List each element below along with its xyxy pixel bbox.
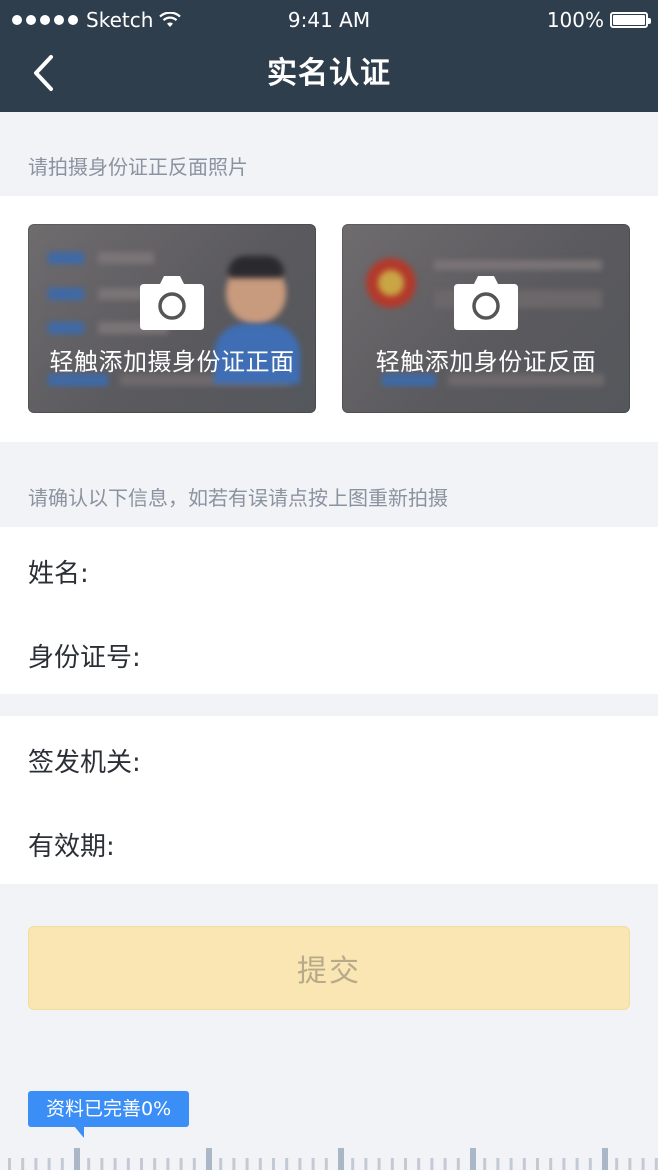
card-blur-mark	[98, 252, 154, 264]
status-bar: Sketch 9:41 AM 100%	[0, 0, 658, 40]
id-front-card[interactable]: 轻触添加摄身份证正面	[28, 224, 316, 413]
ruler-minor-tick	[298, 1158, 302, 1170]
ruler-minor-tick	[113, 1158, 117, 1170]
ruler-minor-tick	[417, 1158, 421, 1170]
card-blur-mark	[48, 322, 84, 334]
ruler-minor-tick	[60, 1158, 64, 1170]
ruler-minor-tick	[179, 1158, 183, 1170]
ruler-major-tick	[338, 1148, 344, 1170]
ruler-major-tick	[206, 1148, 212, 1170]
ruler-minor-tick	[192, 1158, 196, 1170]
ruler-minor-tick	[496, 1158, 500, 1170]
status-right: 100%	[546, 8, 651, 32]
ruler-minor-tick	[390, 1158, 394, 1170]
ruler-minor-tick	[100, 1158, 104, 1170]
id-back-card[interactable]: 轻触添加身份证反面	[342, 224, 630, 413]
ruler-minor-tick	[232, 1158, 236, 1170]
ruler-minor-tick	[509, 1158, 513, 1170]
front-card-label: 轻触添加摄身份证正面	[49, 348, 295, 376]
id-photo-panel: 轻触添加摄身份证正面 轻触添加身份证反面	[0, 196, 658, 442]
ruler-minor-tick	[615, 1158, 619, 1170]
ruler-minor-tick	[47, 1158, 51, 1170]
card-blur-mark	[48, 252, 84, 264]
ruler-minor-tick	[311, 1158, 315, 1170]
ruler-minor-tick	[404, 1158, 407, 1170]
confirm-hint: 请确认以下信息，如若有误请点按上图重新拍摄	[28, 486, 448, 510]
ruler-minor-tick	[456, 1158, 460, 1170]
ruler-minor-tick	[443, 1158, 447, 1170]
issue-info-panel: 签发机关: 有效期:	[0, 716, 658, 884]
issuer-field-label: 签发机关:	[28, 748, 141, 778]
ruler-minor-tick	[87, 1158, 91, 1170]
submit-button[interactable]: 提交	[28, 926, 630, 1010]
id-number-field-label: 身份证号:	[28, 643, 141, 673]
ruler-major-tick	[74, 1148, 80, 1170]
ruler-minor-tick	[536, 1158, 539, 1170]
ruler-minor-tick	[219, 1158, 223, 1170]
camera-icon	[454, 276, 518, 330]
ruler-minor-tick	[258, 1158, 262, 1170]
ruler-minor-tick	[34, 1158, 38, 1170]
photo-hint: 请拍摄身份证正反面照片	[28, 155, 248, 179]
ruler-minor-tick	[140, 1158, 143, 1170]
ruler-minor-tick	[654, 1158, 658, 1170]
ruler-minor-tick	[285, 1158, 289, 1170]
ruler-minor-tick	[21, 1158, 25, 1170]
navigation-bar: Sketch 9:41 AM 100% 实名认证	[0, 0, 658, 112]
ruler-minor-tick	[377, 1158, 381, 1170]
ruler-minor-tick	[272, 1158, 275, 1170]
ruler-minor-tick	[522, 1158, 526, 1170]
ruler-minor-tick	[245, 1158, 249, 1170]
ruler-major-tick	[470, 1148, 476, 1170]
ruler-major-tick	[602, 1148, 608, 1170]
name-field-label: 姓名:	[28, 559, 89, 589]
emblem-mark	[378, 270, 404, 296]
ruler-minor-tick	[628, 1158, 632, 1170]
progress-ruler	[8, 1148, 658, 1170]
battery-percent: 100%	[546, 8, 604, 32]
progress-badge: 资料已完善0%	[28, 1091, 190, 1138]
ruler-minor-tick	[641, 1158, 645, 1170]
card-blur-mark	[48, 288, 84, 300]
back-card-label: 轻触添加身份证反面	[375, 348, 597, 376]
ruler-minor-tick	[153, 1158, 157, 1170]
ruler-minor-tick	[575, 1158, 579, 1170]
ruler-minor-tick	[562, 1158, 566, 1170]
ruler-minor-tick	[351, 1158, 355, 1170]
ruler-minor-tick	[588, 1158, 592, 1170]
battery-icon	[610, 12, 651, 28]
identity-info-panel: 姓名: 身份证号:	[0, 527, 658, 694]
ruler-minor-tick	[430, 1158, 434, 1170]
camera-icon	[140, 276, 204, 330]
portrait-hair	[228, 256, 284, 278]
ruler-minor-tick	[549, 1158, 553, 1170]
card-blur-mark	[434, 260, 602, 270]
ruler-minor-tick	[324, 1158, 328, 1170]
page-title: 实名认证	[267, 56, 391, 91]
ruler-minor-tick	[483, 1158, 487, 1170]
ruler-minor-tick	[8, 1158, 11, 1170]
ruler-minor-tick	[126, 1158, 130, 1170]
ruler-minor-tick	[166, 1158, 170, 1170]
ruler-minor-tick	[364, 1158, 368, 1170]
validity-field-label: 有效期:	[28, 832, 115, 862]
